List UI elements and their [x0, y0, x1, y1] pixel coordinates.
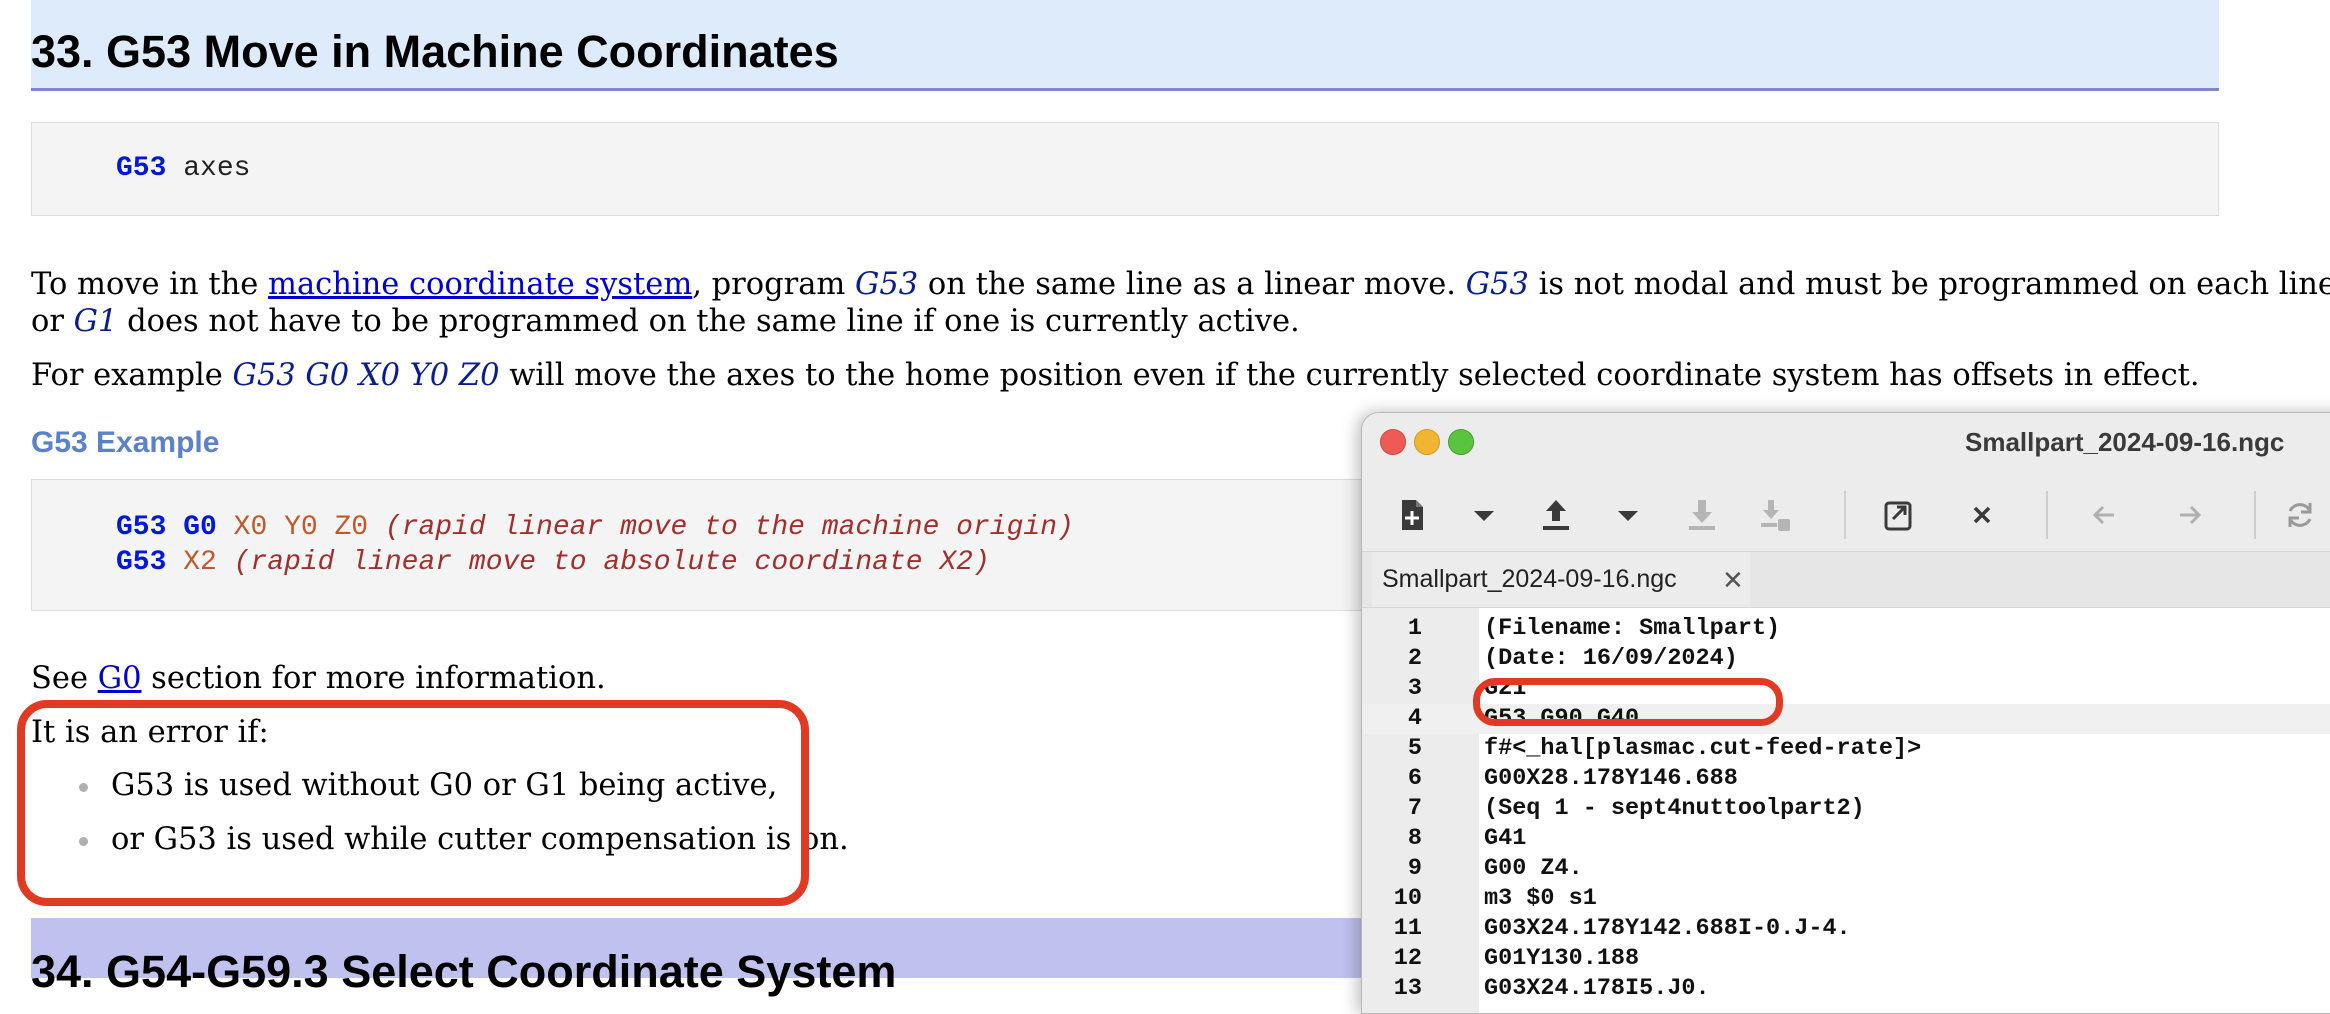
line-number: 9: [1407, 855, 1422, 882]
line-text: G03X24.178I5.J0.: [1484, 975, 1710, 1002]
dropdown-arrow-icon[interactable]: [1464, 495, 1504, 535]
line-text: G41: [1484, 825, 1527, 852]
code-line[interactable]: 9 G00 Z4.: [1362, 854, 2330, 884]
toolbar-separator: [1844, 491, 1846, 539]
next-section-title: 34. G54-G59.3 Select Coordinate System: [31, 946, 897, 997]
zoom-window-button[interactable]: [1448, 429, 1474, 455]
line-text: G01Y130.188: [1484, 945, 1640, 972]
editor-toolbar: [1362, 475, 2330, 551]
example-line-2: G53 X2 (rapid linear move to absolute co…: [116, 547, 990, 578]
refresh-icon[interactable]: [2280, 495, 2320, 535]
code-line[interactable]: 13 G03X24.178I5.J0.: [1362, 974, 2330, 1004]
line-number: 11: [1393, 915, 1422, 942]
line-text: G00X28.178Y146.688: [1484, 765, 1738, 792]
code-line[interactable]: 7 (Seq 1 - sept4nuttoolpart2): [1362, 794, 2330, 824]
window-titlebar[interactable]: Smallpart_2024-09-16.ngc: [1362, 413, 2330, 475]
code-line[interactable]: 5 f#<_hal[plasmac.cut-feed-rate]>: [1362, 734, 2330, 764]
link-g0[interactable]: G0: [98, 661, 142, 696]
tab-close-icon[interactable]: ✕: [1722, 566, 1744, 596]
see-also-paragraph: See G0 section for more information.: [31, 661, 606, 696]
arrow-right-icon[interactable]: [2170, 495, 2210, 535]
download-icon[interactable]: [1682, 495, 1722, 535]
link-machine-coordinate-system[interactable]: machine coordinate system: [268, 267, 692, 302]
example-line-1: G53 G0 X0 Y0 Z0 (rapid linear move to th…: [116, 512, 1074, 543]
line-number: 1: [1407, 615, 1422, 642]
example-code-block: G53 G0 X0 Y0 Z0 (rapid linear move to th…: [31, 479, 1373, 611]
code-line[interactable]: 12 G01Y130.188: [1362, 944, 2330, 974]
line-number: 6: [1407, 765, 1422, 792]
line-number: 7: [1407, 795, 1422, 822]
upload-icon[interactable]: [1536, 495, 1576, 535]
code-line[interactable]: 1 (Filename: Smallpart): [1362, 614, 2330, 644]
line-text: (Filename: Smallpart): [1484, 615, 1781, 642]
code-line[interactable]: 10 m3 $0 s1: [1362, 884, 2330, 914]
window-title: Smallpart_2024-09-16.ngc: [1965, 427, 2285, 457]
line-text: (Seq 1 - sept4nuttoolpart2): [1484, 795, 1865, 822]
code-editor[interactable]: 1 (Filename: Smallpart) 2 (Date: 16/09/2024…: [1362, 607, 2330, 1013]
arrow-left-icon[interactable]: [2084, 495, 2124, 535]
export-icon[interactable]: [1878, 495, 1918, 535]
minimize-window-button[interactable]: [1414, 429, 1440, 455]
save-locked-icon[interactable]: [1754, 495, 1794, 535]
line-text: (Date: 16/09/2024): [1484, 645, 1738, 672]
line-number: 10: [1393, 885, 1422, 912]
code-line[interactable]: 8 G41: [1362, 824, 2330, 854]
line-number: 3: [1407, 675, 1422, 702]
syntax-args: axes: [166, 153, 251, 184]
section-title: 33. G53 Move in Machine Coordinates: [31, 26, 839, 77]
tab-label: Smallpart_2024-09-16.ngc: [1382, 565, 1677, 593]
toolbar-separator: [2046, 491, 2048, 539]
section-header: 33. G53 Move in Machine Coordinates: [31, 0, 2219, 91]
close-icon[interactable]: [1962, 495, 2002, 535]
line-number: 12: [1393, 945, 1422, 972]
toolbar-separator: [2254, 491, 2256, 539]
line-number: 8: [1407, 825, 1422, 852]
line-number: 5: [1407, 735, 1422, 762]
line-text: G00 Z4.: [1484, 855, 1583, 882]
tab-smallpart[interactable]: Smallpart_2024-09-16.ngc ✕: [1372, 552, 1750, 611]
next-section-header: 34. G54-G59.3 Select Coordinate System: [31, 918, 1391, 997]
line-text: m3 $0 s1: [1484, 885, 1597, 912]
highlight-annotation-g53-line: [1473, 678, 1783, 726]
highlight-annotation-errors: [17, 700, 809, 906]
example-title: G53 Example: [31, 426, 220, 459]
close-window-button[interactable]: [1380, 429, 1406, 455]
dropdown-arrow-icon[interactable]: [1608, 495, 1648, 535]
line-number: 2: [1407, 645, 1422, 672]
line-number: 4: [1407, 705, 1422, 732]
syntax-code-block: G53 axes: [31, 122, 2219, 216]
code-line[interactable]: 11 G03X24.178Y142.688I-0.J-4.: [1362, 914, 2330, 944]
code-line[interactable]: 2 (Date: 16/09/2024): [1362, 644, 2330, 674]
paragraph-example: For example G53 G0 X0 Y0 Z0 will move th…: [31, 358, 2200, 393]
line-number: 13: [1393, 975, 1422, 1002]
line-text: G03X24.178Y142.688I-0.J-4.: [1484, 915, 1851, 942]
code-line[interactable]: 6 G00X28.178Y146.688: [1362, 764, 2330, 794]
syntax-keyword: G53: [116, 153, 167, 184]
line-text: f#<_hal[plasmac.cut-feed-rate]>: [1484, 735, 1922, 762]
new-file-icon[interactable]: [1392, 495, 1432, 535]
paragraph-intro: To move in the machine coordinate system…: [31, 267, 2330, 339]
tab-bar: Smallpart_2024-09-16.ngc ✕: [1362, 551, 2330, 611]
